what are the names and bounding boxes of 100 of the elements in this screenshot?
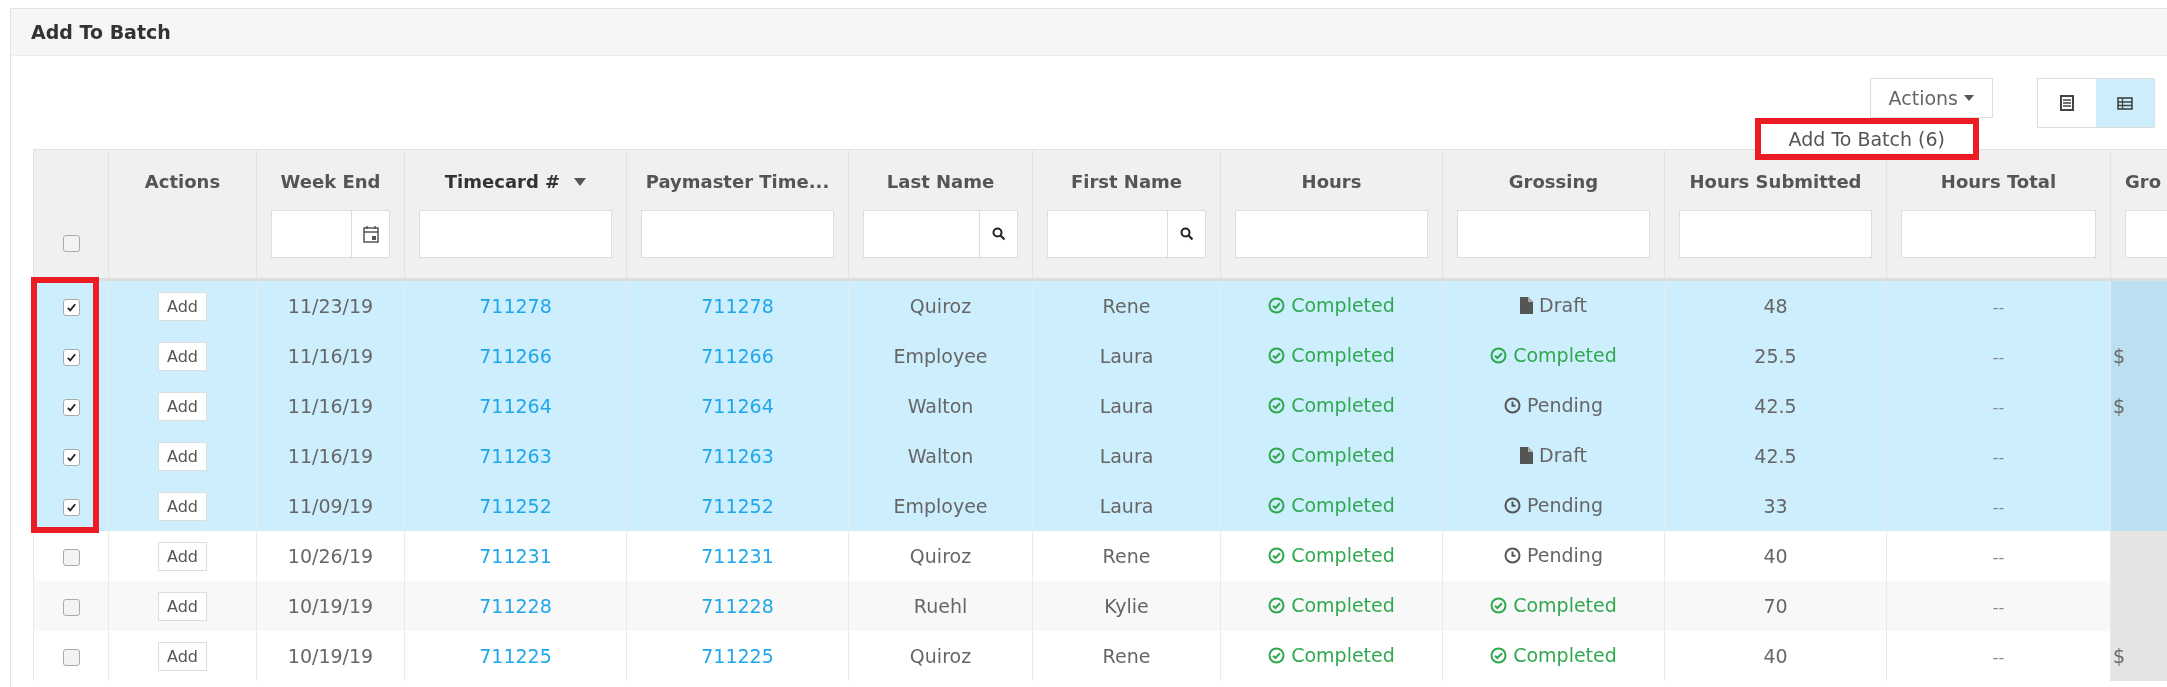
filter-field[interactable] bbox=[1679, 210, 1872, 258]
status-text: Pending bbox=[1527, 544, 1603, 567]
add-button[interactable]: Add bbox=[158, 491, 207, 521]
table-cell: -- bbox=[1992, 548, 2005, 567]
add-button[interactable]: Add bbox=[158, 391, 207, 421]
filter-field[interactable] bbox=[419, 210, 612, 258]
add-button[interactable]: Add bbox=[158, 441, 207, 471]
add-button[interactable]: Add bbox=[158, 341, 207, 371]
column-header[interactable]: Hours bbox=[1301, 170, 1362, 194]
list-icon bbox=[2060, 95, 2074, 111]
date-filter-field[interactable] bbox=[271, 210, 390, 258]
table-view-button[interactable] bbox=[2096, 79, 2154, 127]
status-text: Completed bbox=[1513, 594, 1617, 617]
table-cell: Rene bbox=[1102, 645, 1151, 667]
table-cell: Laura bbox=[1099, 345, 1154, 367]
filter-field[interactable] bbox=[641, 210, 834, 258]
clock-icon bbox=[1504, 546, 1521, 564]
column-header[interactable]: Grossing bbox=[1508, 170, 1599, 194]
table-cell: -- bbox=[1992, 498, 2005, 517]
table-cell: 40 bbox=[1763, 545, 1788, 567]
select-all-checkbox[interactable] bbox=[62, 235, 80, 252]
document-icon bbox=[1520, 296, 1534, 314]
add-button[interactable]: Add bbox=[158, 291, 207, 321]
check-circle-icon bbox=[1268, 296, 1286, 314]
table-cell-text: $ bbox=[2112, 645, 2126, 667]
table-cell: 42.5 bbox=[1754, 445, 1797, 467]
sort-caret-icon[interactable] bbox=[574, 178, 587, 186]
table-cell-text: $ bbox=[2112, 395, 2126, 417]
table-cell: 40 bbox=[1763, 645, 1788, 667]
search-filter-field[interactable] bbox=[863, 210, 1018, 258]
row-checkbox[interactable] bbox=[62, 399, 80, 416]
table-row[interactable]: Add 10/26/19 711231 711231 Quiroz Rene Completed Pending 40 -- bbox=[33, 531, 2167, 581]
table-cell: -- bbox=[1992, 598, 2005, 617]
add-button[interactable]: Add bbox=[158, 641, 207, 671]
row-checkbox[interactable] bbox=[62, 649, 80, 666]
clock-icon bbox=[1504, 496, 1521, 514]
table-icon bbox=[2117, 96, 2133, 110]
check-circle-icon bbox=[1490, 346, 1508, 364]
column-header[interactable]: Actions bbox=[144, 170, 221, 194]
table-cell: Rene bbox=[1102, 545, 1151, 567]
column-header[interactable]: Hours Total bbox=[1940, 170, 2057, 194]
table-row[interactable]: Add 10/19/19 711225 711225 Quiroz Rene Completed Completed 40 -- $ bbox=[33, 631, 2167, 681]
status-text: Completed bbox=[1291, 294, 1395, 317]
table-cell: 70 bbox=[1763, 595, 1788, 617]
status-text: Draft bbox=[1539, 444, 1587, 467]
row-checkbox[interactable] bbox=[62, 449, 80, 466]
column-header[interactable]: First Name bbox=[1070, 170, 1183, 194]
table-cell: Quiroz bbox=[909, 295, 972, 317]
status-text: Completed bbox=[1291, 544, 1395, 567]
check-circle-icon bbox=[1268, 446, 1286, 464]
check-circle-icon bbox=[1268, 396, 1286, 414]
table-cell: -- bbox=[1992, 348, 2005, 367]
table-cell: 10/26/19 bbox=[287, 545, 374, 567]
actions-button[interactable]: Actions bbox=[1869, 78, 1993, 118]
status-text: Completed bbox=[1291, 494, 1395, 517]
table-cell: 11/16/19 bbox=[287, 395, 374, 417]
status-text: Completed bbox=[1291, 444, 1395, 467]
row-checkbox[interactable] bbox=[62, 549, 80, 566]
table-cell: Laura bbox=[1099, 445, 1154, 467]
check-circle-icon bbox=[1490, 646, 1508, 664]
status-text: Pending bbox=[1527, 494, 1603, 517]
panel-title: Add To Batch bbox=[31, 21, 171, 43]
table-row[interactable]: Add 10/19/19 711228 711228 Ruehl Kylie Completed Completed 70 -- bbox=[33, 581, 2167, 631]
column-header[interactable]: Week End bbox=[280, 170, 381, 194]
table-cell: Ruehl bbox=[913, 595, 968, 617]
row-checkbox[interactable] bbox=[62, 499, 80, 516]
filter-field[interactable] bbox=[1457, 210, 1650, 258]
column-header[interactable]: Paymaster Time... bbox=[645, 170, 830, 194]
table-cell: Quiroz bbox=[909, 645, 972, 667]
column-header[interactable]: Hours Submitted bbox=[1689, 170, 1862, 194]
table-cell: Rene bbox=[1102, 295, 1151, 317]
table-cell: 48 bbox=[1763, 295, 1788, 317]
table-cell: Laura bbox=[1099, 495, 1154, 517]
search-filter-field[interactable] bbox=[1047, 210, 1206, 258]
table-cell: Laura bbox=[1099, 395, 1154, 417]
check-circle-icon bbox=[1268, 596, 1286, 614]
check-circle-icon bbox=[1268, 646, 1286, 664]
add-button[interactable]: Add bbox=[158, 541, 207, 571]
column-header[interactable]: Last Name bbox=[886, 170, 995, 194]
column-header[interactable]: Timecard # bbox=[444, 170, 561, 194]
checkmark-icon bbox=[65, 352, 77, 363]
row-checkbox[interactable] bbox=[62, 599, 80, 616]
search-icon bbox=[1179, 227, 1194, 241]
filter-field[interactable] bbox=[1235, 210, 1428, 258]
checkmark-icon bbox=[65, 452, 77, 463]
menu-item[interactable]: Add To Batch (6) bbox=[1780, 126, 1953, 152]
table-cell-text: $ bbox=[2112, 345, 2126, 367]
row-checkbox[interactable] bbox=[62, 349, 80, 366]
add-button[interactable]: Add bbox=[158, 591, 207, 621]
check-circle-icon bbox=[1268, 496, 1286, 514]
column-header[interactable]: Gro bbox=[2125, 170, 2162, 194]
checkmark-icon bbox=[65, 302, 77, 313]
row-checkbox[interactable] bbox=[62, 299, 80, 316]
table-cell: Walton bbox=[907, 395, 974, 417]
status-text: Completed bbox=[1291, 344, 1395, 367]
check-circle-icon bbox=[1268, 346, 1286, 364]
checkmark-icon bbox=[65, 502, 77, 513]
table-cell: Walton bbox=[907, 445, 974, 467]
filter-field[interactable] bbox=[1901, 210, 2096, 258]
document-icon bbox=[1520, 446, 1534, 464]
